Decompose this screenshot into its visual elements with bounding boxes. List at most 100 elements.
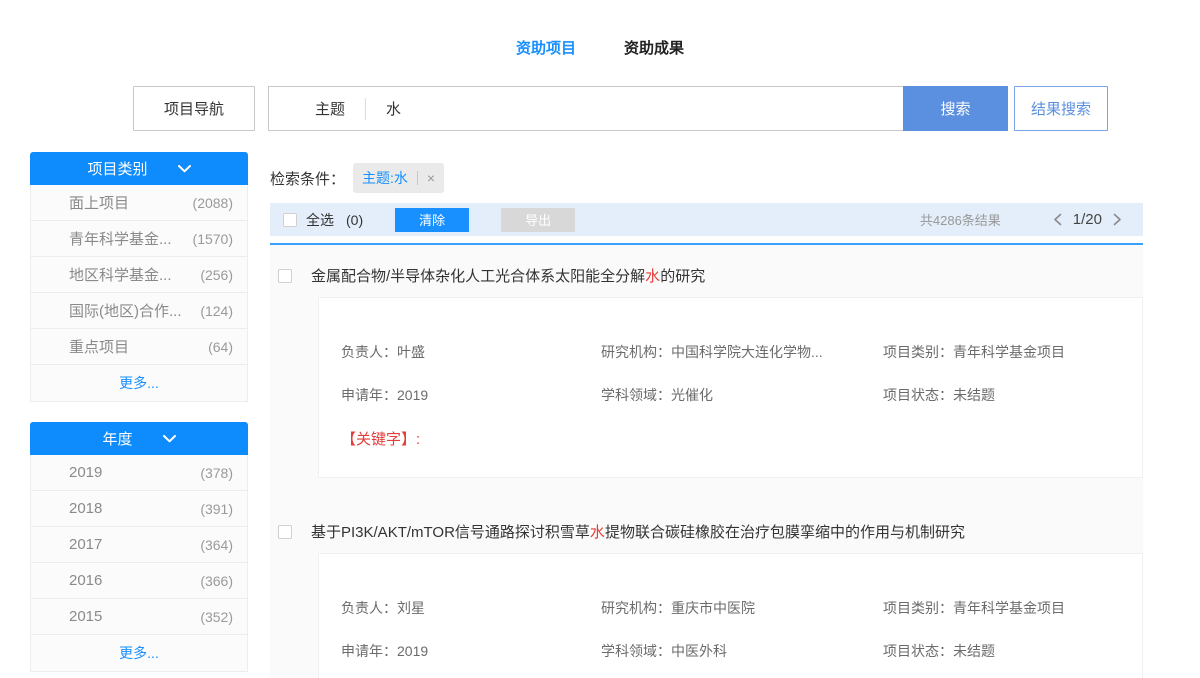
item-count: (1570) [193, 231, 233, 247]
next-page-icon[interactable] [1113, 213, 1122, 226]
filter-tag-topic-water: 主题:水 × [353, 163, 444, 193]
title-text: 基于PI3K/AKT/mTOR信号通路探讨积雪草 [311, 524, 590, 541]
result-count: 共4286条结果 [920, 210, 1001, 229]
category-more-link[interactable]: 更多... [31, 365, 247, 401]
sidebar-item-year-2016[interactable]: 2016 (366) [31, 563, 247, 599]
item-label: 2019 [69, 464, 102, 481]
search-conditions-row: 检索条件： 主题:水 × [270, 163, 1143, 193]
filter-tag-text: 主题:水 [362, 168, 408, 188]
item-count: (391) [200, 501, 233, 517]
select-all-label: 全选 [306, 210, 334, 230]
field-institution: 研究机构：中国科学院大连化学物... [601, 342, 883, 362]
results-toolbar: 全选 (0) 清除 导出 共4286条结果 1/20 [270, 203, 1143, 236]
result-item: 基于PI3K/AKT/mTOR信号通路探讨积雪草水提物联合碳硅橡胶在治疗包膜挛缩… [270, 521, 1143, 678]
tab-funding-results[interactable]: 资助成果 [624, 37, 684, 58]
field-institution: 研究机构：重庆市中医院 [601, 598, 883, 618]
field-category: 项目类别：青年科学基金项目 [883, 342, 1122, 362]
panel-project-category: 项目类别 面上项目 (2088) 青年科学基金... (1570) [30, 152, 248, 402]
item-label: 2015 [69, 608, 102, 625]
field-apply-year: 申请年：2019 [341, 641, 601, 661]
item-count: (364) [200, 537, 233, 553]
sidebar-item-young-scientists-fund[interactable]: 青年科学基金... (1570) [31, 221, 247, 257]
result-checkbox[interactable] [278, 525, 292, 539]
result-detail-card: 负责人：刘星 研究机构：重庆市中医院 项目类别：青年科学基金项目 申请年：201… [318, 553, 1143, 678]
pagination: 1/20 [1053, 211, 1122, 228]
result-search-button[interactable]: 结果搜索 [1014, 86, 1108, 131]
item-label: 2018 [69, 500, 102, 517]
item-label: 2016 [69, 572, 102, 589]
search-conditions-label: 检索条件： [270, 168, 345, 189]
project-navigation-button[interactable]: 项目导航 [133, 86, 255, 131]
title-highlight: 水 [590, 524, 605, 541]
field-status: 项目状态：未结题 [883, 385, 1122, 405]
results-list: 金属配合物/半导体杂化人工光合体系太阳能全分解水的研究 负责人：叶盛 研究机构：… [270, 245, 1143, 678]
results-main: 检索条件： 主题:水 × 全选 (0) 清除 导出 共4286条结果 [270, 152, 1143, 678]
prev-page-icon[interactable] [1053, 213, 1062, 226]
title-text: 金属配合物/半导体杂化人工光合体系太阳能全分解 [311, 268, 645, 285]
filter-tag-divider [417, 171, 418, 185]
export-button[interactable]: 导出 [501, 208, 575, 232]
remove-tag-icon[interactable]: × [427, 170, 435, 186]
panel-item-list: 2019 (378) 2018 (391) 2017 (364) 2016 (3… [30, 455, 248, 672]
item-count: (352) [200, 609, 233, 625]
search-field-divider [365, 98, 366, 120]
panel-item-list: 面上项目 (2088) 青年科学基金... (1570) 地区科学基金... (… [30, 185, 248, 402]
chevron-down-icon [178, 160, 191, 177]
result-title-row: 金属配合物/半导体杂化人工光合体系太阳能全分解水的研究 [270, 265, 1143, 286]
item-count: (256) [200, 267, 233, 283]
select-all-checkbox[interactable] [283, 213, 297, 227]
sidebar-item-regional-science-fund[interactable]: 地区科学基金... (256) [31, 257, 247, 293]
top-tabs: 资助项目 资助成果 [0, 0, 1200, 58]
content-columns: 项目类别 面上项目 (2088) 青年科学基金... (1570) [0, 152, 1200, 678]
result-title-link[interactable]: 金属配合物/半导体杂化人工光合体系太阳能全分解水的研究 [311, 265, 705, 286]
search-button[interactable]: 搜索 [903, 86, 1008, 131]
result-title-row: 基于PI3K/AKT/mTOR信号通路探讨积雪草水提物联合碳硅橡胶在治疗包膜挛缩… [270, 521, 1143, 542]
sidebar-item-year-2017[interactable]: 2017 (364) [31, 527, 247, 563]
sidebar-item-year-2018[interactable]: 2018 (391) [31, 491, 247, 527]
search-field-selector[interactable]: 主题 [315, 98, 345, 119]
field-status: 项目状态：未结题 [883, 641, 1122, 661]
panel-title: 项目类别 [87, 158, 147, 179]
page-indicator: 1/20 [1073, 211, 1102, 228]
sidebar-item-international-cooperation[interactable]: 国际(地区)合作... (124) [31, 293, 247, 329]
selected-count: (0) [346, 212, 363, 228]
title-highlight: 水 [645, 268, 660, 285]
clear-button[interactable]: 清除 [395, 208, 469, 232]
item-count: (378) [200, 465, 233, 481]
page: 资助项目 资助成果 项目导航 主题 搜索 结果搜索 项目类别 [0, 0, 1200, 678]
field-category: 项目类别：青年科学基金项目 [883, 598, 1122, 618]
result-checkbox[interactable] [278, 269, 292, 283]
field-discipline: 学科领域：光催化 [601, 385, 883, 405]
search-box: 主题 [268, 86, 903, 131]
item-count: (366) [200, 573, 233, 589]
result-fields: 负责人：叶盛 研究机构：中国科学院大连化学物... 项目类别：青年科学基金项目 … [341, 342, 1122, 405]
spacer [255, 86, 268, 131]
year-more-link[interactable]: 更多... [31, 635, 247, 671]
field-principal: 负责人：刘星 [341, 598, 601, 618]
sidebar-item-year-2019[interactable]: 2019 (378) [31, 455, 247, 491]
sidebar-item-year-2015[interactable]: 2015 (352) [31, 599, 247, 635]
panel-year-header[interactable]: 年度 [30, 422, 248, 455]
filter-sidebar: 项目类别 面上项目 (2088) 青年科学基金... (1570) [30, 152, 248, 678]
title-text: 的研究 [660, 268, 705, 285]
chevron-down-icon [163, 430, 176, 447]
sidebar-item-key-program[interactable]: 重点项目 (64) [31, 329, 247, 365]
panel-project-category-header[interactable]: 项目类别 [30, 152, 248, 185]
title-text: 提物联合碳硅橡胶在治疗包膜挛缩中的作用与机制研究 [605, 524, 965, 541]
item-count: (2088) [193, 195, 233, 211]
search-input[interactable] [386, 100, 903, 117]
item-count: (124) [200, 303, 233, 319]
panel-year: 年度 2019 (378) 2018 (391) 2017 [30, 422, 248, 672]
item-label: 地区科学基金... [69, 264, 172, 285]
item-label: 2017 [69, 536, 102, 553]
item-label: 国际(地区)合作... [69, 300, 182, 321]
search-row: 项目导航 主题 搜索 结果搜索 [133, 86, 1200, 131]
result-item: 金属配合物/半导体杂化人工光合体系太阳能全分解水的研究 负责人：叶盛 研究机构：… [270, 265, 1143, 478]
item-label: 面上项目 [69, 192, 129, 213]
tab-funded-projects[interactable]: 资助项目 [516, 37, 576, 58]
item-count: (64) [208, 339, 233, 355]
result-title-link[interactable]: 基于PI3K/AKT/mTOR信号通路探讨积雪草水提物联合碳硅橡胶在治疗包膜挛缩… [311, 521, 965, 542]
result-detail-card: 负责人：叶盛 研究机构：中国科学院大连化学物... 项目类别：青年科学基金项目 … [318, 297, 1143, 478]
item-label: 重点项目 [69, 336, 129, 357]
sidebar-item-general-program[interactable]: 面上项目 (2088) [31, 185, 247, 221]
